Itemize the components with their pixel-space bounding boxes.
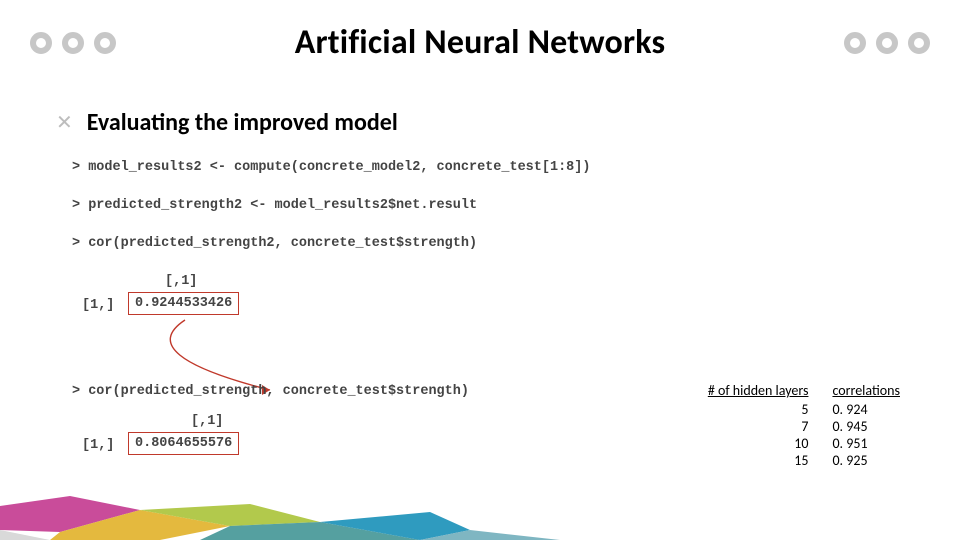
ring-icon bbox=[62, 32, 84, 54]
ring-icon bbox=[844, 32, 866, 54]
col-corr-header: correlations bbox=[820, 382, 912, 401]
table-header-row: # of hidden layers correlations bbox=[696, 382, 912, 401]
footer-decor bbox=[0, 496, 960, 540]
table-row: 15 0. 925 bbox=[696, 452, 912, 469]
cell-corr: 0. 945 bbox=[820, 418, 912, 435]
code-line: > cor(predicted_strength2, concrete_test… bbox=[72, 236, 477, 251]
table-row: 5 0. 924 bbox=[696, 401, 912, 418]
cell-hidden: 5 bbox=[696, 401, 821, 418]
slide: Artificial Neural Networks ✕ Evaluating … bbox=[0, 0, 960, 540]
cell-hidden: 10 bbox=[696, 435, 821, 452]
code-output-rowlabel: [1,] bbox=[82, 438, 114, 453]
decor-rings-right bbox=[844, 32, 930, 54]
bullet-glyph-icon: ✕ bbox=[56, 110, 73, 135]
cell-hidden: 15 bbox=[696, 452, 821, 469]
ring-icon bbox=[908, 32, 930, 54]
cell-corr: 0. 924 bbox=[820, 401, 912, 418]
bullet-item: ✕ Evaluating the improved model bbox=[56, 108, 398, 137]
cell-hidden: 7 bbox=[696, 418, 821, 435]
ring-icon bbox=[876, 32, 898, 54]
correlation-value-box: 0.8064655576 bbox=[128, 432, 239, 455]
code-line: > predicted_strength2 <- model_results2$… bbox=[72, 198, 477, 213]
code-line: > model_results2 <- compute(concrete_mod… bbox=[72, 160, 590, 175]
col-hidden-header: # of hidden layers bbox=[696, 382, 821, 401]
ring-icon bbox=[94, 32, 116, 54]
bullet-text: Evaluating the improved model bbox=[87, 108, 398, 137]
ring-icon bbox=[30, 32, 52, 54]
cell-corr: 0. 951 bbox=[820, 435, 912, 452]
code-line: > cor(predicted_strength, concrete_test$… bbox=[72, 384, 469, 399]
page-title: Artificial Neural Networks bbox=[295, 22, 666, 63]
decor-rings-left bbox=[30, 32, 116, 54]
comparison-table: # of hidden layers correlations 5 0. 924… bbox=[696, 382, 912, 469]
slide-header: Artificial Neural Networks bbox=[0, 22, 960, 63]
correlation-value-box: 0.9244533426 bbox=[128, 292, 239, 315]
code-output-header: [,1] bbox=[191, 414, 223, 429]
code-output-header: [,1] bbox=[165, 274, 197, 289]
table-row: 7 0. 945 bbox=[696, 418, 912, 435]
cell-corr: 0. 925 bbox=[820, 452, 912, 469]
code-output-rowlabel: [1,] bbox=[82, 298, 114, 313]
table-row: 10 0. 951 bbox=[696, 435, 912, 452]
